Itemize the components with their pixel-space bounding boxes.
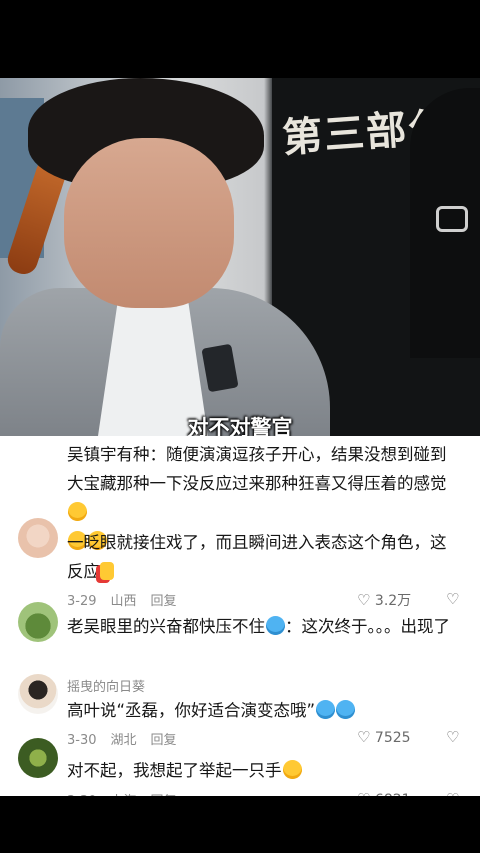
like-count: 6821 [375, 792, 411, 796]
dislike-icon[interactable]: ♡ [446, 790, 459, 796]
comment-date: 3-29 [67, 594, 97, 609]
comment-author[interactable]: 摇曳的向日葵 [67, 676, 145, 695]
reply-button[interactable]: 回复 [151, 794, 177, 796]
like-count: 3.2万 [374, 593, 412, 609]
comment-date: 3-30 [67, 733, 97, 748]
comment-text: 老吴眼里的兴奋都快压不住 [67, 617, 265, 636]
avatar[interactable] [18, 674, 58, 714]
video-frame[interactable]: 第三部分 对不对警官 [0, 78, 480, 436]
thumbs-up-emoji-icon [100, 562, 114, 580]
avatar[interactable] [18, 738, 58, 778]
like-button[interactable]: ♡ 6821 [357, 790, 411, 796]
glasses [436, 206, 468, 232]
comment-location: 湖北 [110, 733, 137, 748]
video-subtitle: 对不对警官 [187, 416, 293, 436]
comment-date: 3-30 [67, 794, 97, 796]
actor-face [64, 138, 234, 308]
comment-text-continued: ：这次终于。。。出现了 [285, 617, 450, 636]
crying-emoji-icon [266, 616, 285, 635]
crying-emoji-icon [336, 700, 356, 719]
laughing-crying-emoji-icon [68, 502, 87, 521]
reply-button[interactable]: 回复 [151, 594, 177, 609]
dislike-icon[interactable]: ♡ [446, 728, 459, 746]
comment-meta: 3-29 山西 回复 [67, 590, 191, 609]
crying-emoji-icon [316, 700, 336, 719]
comment-meta: 3-30 湖北 回复 [67, 729, 191, 748]
comment-location: 上海 [111, 794, 137, 796]
comment-location: 山西 [110, 594, 137, 609]
comment-text: 对不起，我想起了举起一只手 [67, 761, 282, 780]
comment-meta: 3-30 上海 回复 [67, 790, 191, 796]
heart-icon: ♡ [357, 591, 371, 609]
avatar[interactable] [18, 602, 58, 642]
reply-button[interactable]: 回复 [151, 733, 177, 748]
comment-text: 高叶说“丞磊，你好适合演变态哦” [67, 701, 316, 720]
laughing-crying-emoji-icon [282, 760, 302, 779]
avatar[interactable] [18, 518, 58, 558]
comment-list[interactable]: 吴镇宇有种：随便演演逗孩子开心，结果没想到碰到大宝藏那种一下没反应过来那种狂喜又… [0, 436, 480, 796]
like-button[interactable]: ♡ 7525 [357, 728, 411, 746]
heart-icon: ♡ [357, 728, 371, 746]
comment-text: 一眨眼就接住戏了，而且瞬间进入表态这个角色，这反应 [67, 533, 447, 581]
like-count: 7525 [374, 730, 411, 746]
heart-icon: ♡ [357, 790, 370, 796]
comment-text: 吴镇宇有种：随便演演逗孩子开心，结果没想到碰到大宝藏那种一下没反应过来那种狂喜又… [67, 445, 447, 493]
dislike-icon[interactable]: ♡ [446, 590, 459, 608]
like-button[interactable]: ♡ 3.2万 [357, 590, 411, 610]
